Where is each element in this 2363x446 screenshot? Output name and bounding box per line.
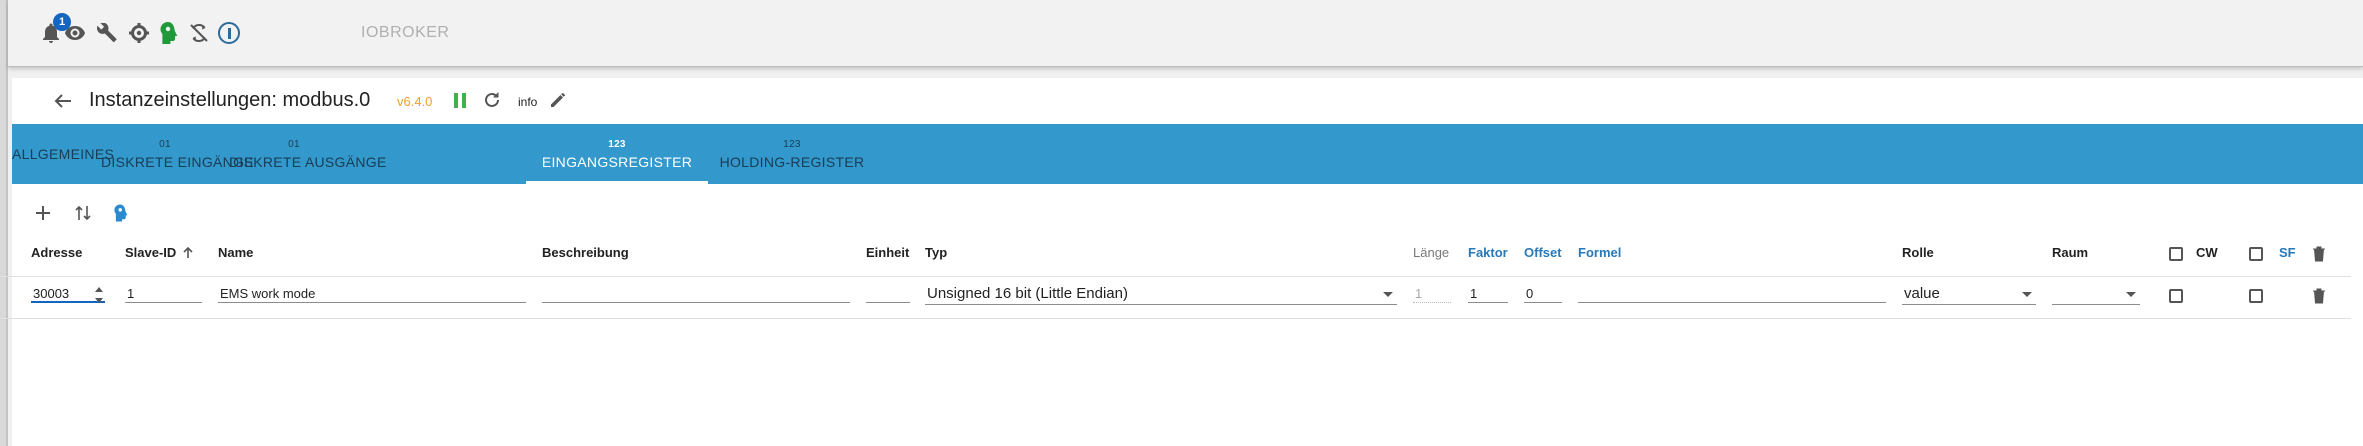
gear-icon	[129, 23, 149, 43]
edit-button[interactable]	[546, 88, 570, 112]
header-rolle[interactable]: Rolle	[1902, 245, 1934, 260]
iobroker-logo-icon	[218, 22, 240, 44]
tab-type-indicator: 01	[288, 139, 300, 150]
header-laenge[interactable]: Länge	[1413, 245, 1449, 260]
row-divider	[0, 318, 2351, 319]
header-einheit[interactable]: Einheit	[866, 245, 909, 260]
wrench-icon	[97, 23, 117, 42]
page-title: Instanzeinstellungen: modbus.0	[89, 89, 371, 111]
add-register-button[interactable]	[31, 201, 55, 225]
laenge-input: 1	[1413, 284, 1451, 303]
rolle-select[interactable]: value	[1902, 283, 2036, 305]
plus-icon	[36, 206, 50, 220]
faktor-input[interactable]: 1	[1468, 284, 1508, 303]
iobroker-logo[interactable]	[214, 18, 244, 48]
tab-type-indicator: 123	[783, 139, 801, 150]
cw-select-all-checkbox[interactable]	[2169, 247, 2183, 261]
sf-checkbox[interactable]	[2249, 289, 2263, 303]
left-window-edge	[0, 0, 8, 446]
delete-row-button[interactable]	[2311, 287, 2327, 305]
tab-label: ALLGEMEINES	[12, 146, 115, 162]
settings-button[interactable]	[124, 18, 154, 48]
eye-button[interactable]	[60, 18, 90, 48]
tab-eingangsregister[interactable]: 123 EINGANGSREGISTER	[526, 124, 708, 184]
head-icon	[114, 204, 128, 222]
trash-icon	[2313, 246, 2325, 262]
tab-allgemeines[interactable]: ALLGEMEINES	[12, 124, 115, 184]
expert-mode-button[interactable]	[154, 18, 184, 48]
trash-icon	[2313, 288, 2325, 304]
pencil-icon	[551, 92, 566, 107]
tab-holding-register[interactable]: 123 HOLDING-REGISTER	[708, 124, 876, 184]
reload-button[interactable]	[480, 88, 504, 112]
expert-button[interactable]	[109, 201, 133, 225]
header-cw[interactable]: CW	[2196, 245, 2218, 260]
instance-settings-panel: Instanzeinstellungen: modbus.0 v6.4.0 in…	[12, 78, 2363, 446]
wrench-button[interactable]	[92, 18, 122, 48]
typ-select-value: Unsigned 16 bit (Little Endian)	[927, 285, 1128, 302]
head-icon	[160, 22, 178, 44]
reload-icon	[485, 92, 499, 107]
brand-name: IOBROKER	[361, 24, 450, 41]
cw-checkbox[interactable]	[2169, 289, 2183, 303]
header-beschreibung[interactable]: Beschreibung	[542, 245, 629, 260]
beschreibung-input[interactable]	[542, 284, 850, 303]
header-raum[interactable]: Raum	[2052, 245, 2088, 260]
header-slave-id[interactable]: Slave-ID	[125, 245, 176, 260]
rolle-select-value: value	[1904, 285, 1940, 302]
sort-arrows-icon	[75, 205, 91, 221]
top-toolbar: 1 IOBROKER	[8, 0, 2363, 67]
header-adresse[interactable]: Adresse	[31, 245, 82, 260]
header-name[interactable]: Name	[218, 245, 253, 260]
header-formel[interactable]: Formel	[1578, 245, 1621, 260]
eye-icon	[65, 26, 85, 40]
tab-label: HOLDING-REGISTER	[719, 154, 865, 170]
pause-button[interactable]	[450, 89, 470, 111]
back-button[interactable]	[50, 88, 76, 114]
chevron-down-icon	[2126, 292, 2136, 297]
tab-label: EINGANGSREGISTER	[541, 154, 693, 170]
pause-icon-bar-right	[462, 92, 466, 108]
title-row: Instanzeinstellungen: modbus.0 v6.4.0 in…	[12, 78, 2363, 124]
tab-label: DISKRETE AUSGÄNGE	[229, 154, 387, 170]
header-sf[interactable]: SF	[2279, 245, 2296, 260]
pause-icon-bar-left	[454, 92, 458, 108]
tab-type-indicator: 01	[159, 139, 171, 150]
sync-off-icon	[190, 23, 208, 43]
header-typ[interactable]: Typ	[925, 245, 947, 260]
tab-type-indicator: 123	[608, 139, 626, 150]
typ-select[interactable]: Unsigned 16 bit (Little Endian)	[925, 283, 1397, 305]
offset-input[interactable]: 0	[1524, 284, 1562, 303]
tab-diskrete-eingaenge[interactable]: 01 DISKRETE EINGÄNGE	[101, 124, 254, 184]
info-link[interactable]: info	[518, 95, 537, 109]
raum-select[interactable]	[2052, 283, 2140, 305]
chevron-down-icon	[1383, 292, 1393, 297]
sort-ascending-icon[interactable]	[182, 246, 194, 259]
einheit-input[interactable]	[866, 284, 910, 303]
sync-off-button[interactable]	[184, 18, 214, 48]
version-label: v6.4.0	[397, 94, 433, 109]
header-faktor[interactable]: Faktor	[1468, 245, 1508, 260]
sort-button[interactable]	[71, 201, 95, 225]
name-input[interactable]: EMS work mode	[218, 284, 526, 303]
header-divider	[0, 276, 2351, 277]
delete-all-button[interactable]	[2311, 245, 2327, 263]
sf-select-all-checkbox[interactable]	[2249, 247, 2263, 261]
chevron-down-icon	[2022, 292, 2032, 297]
tab-label: DISKRETE EINGÄNGE	[101, 154, 254, 170]
spinner-icon[interactable]	[94, 284, 104, 306]
slave-id-input[interactable]: 1	[125, 284, 202, 303]
tab-bar: ALLGEMEINES 01 DISKRETE EINGÄNGE 01 DISK…	[12, 124, 2363, 184]
tab-diskrete-ausgaenge[interactable]: 01 DISKRETE AUSGÄNGE	[229, 124, 387, 184]
arrow-left-icon	[54, 94, 71, 108]
header-offset[interactable]: Offset	[1524, 245, 1562, 260]
formel-input[interactable]	[1578, 284, 1886, 303]
